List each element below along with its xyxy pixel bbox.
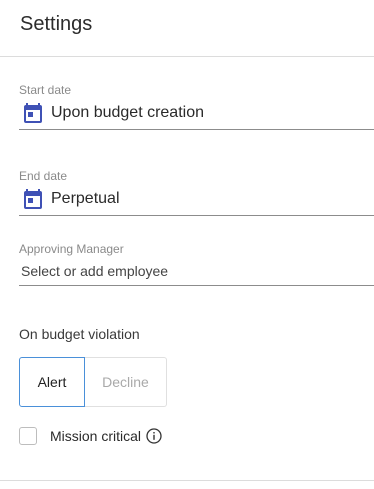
settings-header: Settings — [0, 0, 374, 57]
approving-manager-label: Approving Manager — [19, 242, 124, 256]
calendar-icon — [23, 103, 43, 123]
end-date-value: Perpetual — [51, 190, 120, 207]
page-title: Settings — [20, 12, 93, 35]
start-date-value: Upon budget creation — [51, 104, 204, 121]
start-date-input[interactable]: Upon budget creation — [19, 97, 374, 130]
calendar-icon — [23, 189, 43, 209]
approving-manager-field[interactable]: Approving Manager Select or add employee — [19, 242, 374, 286]
decline-option-button[interactable]: Decline — [85, 357, 167, 407]
mission-critical-checkbox[interactable] — [19, 427, 37, 445]
start-date-label: Start date — [19, 83, 72, 97]
approving-manager-placeholder: Select or add employee — [21, 262, 169, 279]
end-date-input[interactable]: Perpetual — [19, 183, 374, 216]
budget-violation-toggle: Alert Decline — [19, 357, 167, 407]
start-date-field[interactable]: Start date Upon budget creation — [19, 83, 374, 130]
end-date-field[interactable]: End date Perpetual — [19, 169, 374, 216]
end-date-label: End date — [19, 169, 68, 183]
alert-option-button[interactable]: Alert — [19, 357, 85, 407]
budget-violation-label: On budget violation — [19, 326, 140, 342]
approving-manager-input[interactable]: Select or add employee — [19, 256, 374, 286]
bottom-divider — [0, 480, 374, 481]
mission-critical-label: Mission critical — [50, 428, 142, 444]
info-icon[interactable] — [146, 428, 162, 444]
mission-critical-row: Mission critical — [19, 427, 162, 445]
